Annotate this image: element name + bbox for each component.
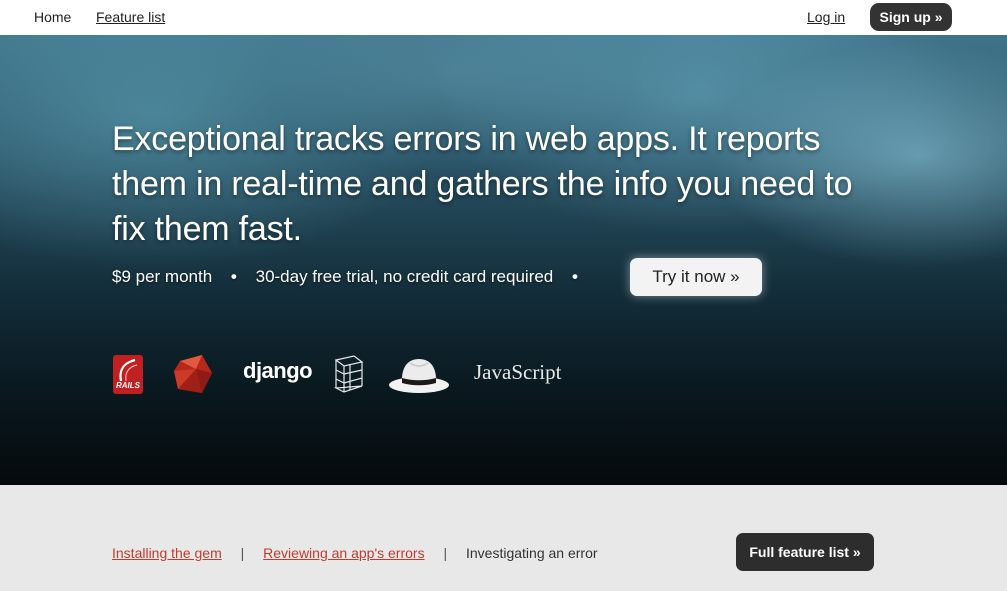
framework-logos: RAILS django JavaScript [0,353,700,398]
price-text: $9 per month [112,267,213,286]
hero-meta: $9 per month • 30-day free trial, no cre… [112,267,592,287]
rails-logo-icon: RAILS [113,355,143,394]
bullet-separator: • [572,267,578,286]
nav-login-link[interactable]: Log in [807,9,845,25]
top-nav: Home Feature list Log in Sign up » [0,0,1007,35]
ruby-logo-icon [172,353,214,400]
link-separator: | [240,545,245,561]
django-logo: django [243,358,313,383]
javascript-logo: JavaScript [474,360,562,384]
feature-tour-links: Installing the gem | Reviewing an app's … [112,545,598,561]
hat-logo-icon [388,355,450,400]
link-separator: | [443,545,448,561]
feature-tour-bar: Installing the gem | Reviewing an app's … [0,485,1007,591]
nav-feature-list-link[interactable]: Feature list [96,9,165,25]
installing-gem-link[interactable]: Installing the gem [112,545,222,561]
investigating-error-current: Investigating an error [466,545,598,561]
full-feature-list-button[interactable]: Full feature list » [736,533,874,571]
try-it-now-button[interactable]: Try it now » [630,258,762,296]
hero-section: Exceptional tracks errors in web apps. I… [0,35,1007,485]
reviewing-errors-link[interactable]: Reviewing an app's errors [263,545,424,561]
signup-button[interactable]: Sign up » [870,3,952,31]
rack-logo-icon [332,354,366,399]
rails-logo-text: RAILS [116,381,140,390]
trial-text: 30-day free trial, no credit card requir… [255,267,554,286]
nav-home-link[interactable]: Home [34,9,71,25]
hero-headline: Exceptional tracks errors in web apps. I… [112,120,853,248]
bullet-separator: • [230,267,237,286]
